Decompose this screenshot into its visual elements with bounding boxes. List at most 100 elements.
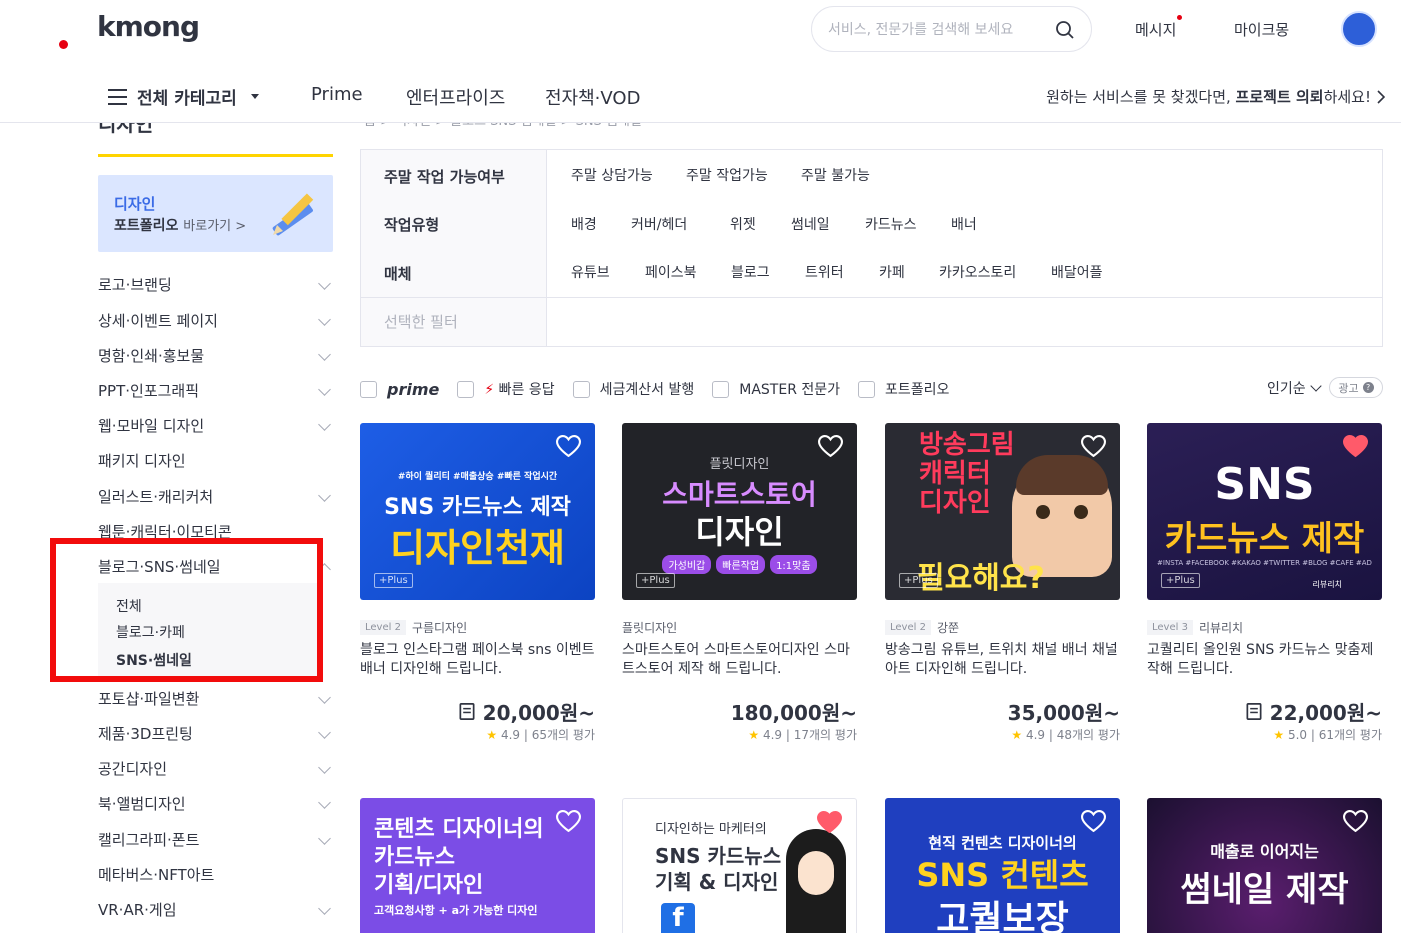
sidebar-item-metaverse[interactable]: 메타버스·NFT아트 [98, 864, 331, 884]
filter-option[interactable]: 카카오스토리 [939, 262, 1016, 282]
heart-filled-icon[interactable] [1343, 435, 1368, 458]
filter-option[interactable]: 유튜브 [571, 262, 610, 282]
toggle-tax-invoice[interactable]: 세금계산서 발행 [572, 379, 694, 399]
my-kmong-link[interactable]: 마이크몽 [1234, 19, 1289, 40]
filter-option[interactable]: 배너 [951, 214, 977, 234]
checkbox[interactable] [858, 380, 876, 398]
seller-info[interactable]: Level 2 구름디자인 [360, 619, 467, 636]
filter-option[interactable]: 주말 불가능 [801, 165, 870, 185]
gig-card[interactable]: 매출로 이어지는 썸네일 제작 [1147, 798, 1382, 933]
gig-card[interactable]: #하이 퀄리티 #매출상승 #빠른 작업시간 SNS 카드뉴스 제작 디자인천재… [360, 423, 595, 742]
gig-thumbnail[interactable]: #하이 퀄리티 #매출상승 #빠른 작업시간 SNS 카드뉴스 제작 디자인천재… [360, 423, 595, 600]
kmong-logo[interactable]: kmong [97, 10, 200, 43]
sidebar-item-illustration[interactable]: 일러스트·캐리커처 [98, 486, 331, 506]
search-box[interactable] [811, 6, 1092, 52]
chevron-down-icon [318, 489, 331, 502]
portfolio-banner[interactable]: 디자인 포트폴리오 바로가기 > [98, 175, 333, 252]
sidebar-item-detail-page[interactable]: 상세·이벤트 페이지 [98, 310, 331, 330]
sidebar-item-ppt[interactable]: PPT·인포그래픽 [98, 380, 331, 400]
gig-title[interactable]: 블로그 인스타그램 페이스북 sns 이벤트 배너 디자인해 드립니다. [360, 641, 595, 681]
gig-thumbnail[interactable]: 콘텐츠 디자이너의 카드뉴스 기획/디자인 고객요청사항 + a가 가능한 디자… [360, 798, 595, 933]
menu-enterprise[interactable]: 엔터프라이즈 [406, 84, 505, 110]
sidebar-item-calligraphy[interactable]: 캘리그라피·폰트 [98, 829, 331, 849]
toggle-portfolio[interactable]: 포트폴리오 [858, 379, 949, 399]
toggle-fast-response[interactable]: ⚡ 빠른 응답 [457, 379, 555, 399]
gig-card[interactable]: 플릿디자인 스마트스토어 디자인 가성비갑 빠른작업 1:1맞춤 +Plus 플… [622, 423, 857, 742]
gig-thumbnail[interactable]: 디자인하는 마케터의 SNS 카드뉴스 기획 & 디자인 f [622, 798, 857, 933]
filter-option[interactable]: 배경 [571, 214, 597, 234]
toggle-master[interactable]: MASTER 전문가 [712, 379, 840, 399]
sidebar-item-space[interactable]: 공간디자인 [98, 758, 331, 778]
all-category-button[interactable]: 전체 카테고리 [108, 84, 259, 109]
toggle-prime[interactable]: prime [360, 380, 439, 399]
filter-option[interactable]: 주말 상담가능 [571, 165, 653, 185]
seller-name: 리뷰리치 [1198, 621, 1244, 635]
avatar[interactable] [1341, 11, 1377, 47]
portfolio-link[interactable]: 바로가기 > [183, 219, 246, 234]
search-input[interactable] [828, 19, 1048, 41]
sidebar-item-package[interactable]: 패키지 디자인 [98, 450, 331, 470]
rating-value: 4.9 [762, 728, 783, 742]
menu-prime[interactable]: Prime [311, 84, 363, 105]
message-link[interactable]: 메시지 [1135, 15, 1183, 40]
sidebar-item-web-mobile[interactable]: 웹·모바일 디자인 [98, 415, 331, 435]
checkbox[interactable] [572, 380, 590, 398]
sidebar-item-label: 메타버스·NFT아트 [98, 866, 215, 884]
gig-thumbnail[interactable]: SNS 카드뉴스 제작 #INSTA #FACEBOOK #KAKAO #TWI… [1147, 423, 1382, 600]
ad-badge[interactable]: 광고? [1329, 377, 1383, 398]
gig-thumbnail[interactable]: 매출로 이어지는 썸네일 제작 [1147, 798, 1382, 933]
heart-icon[interactable] [556, 810, 581, 833]
filter-option[interactable]: 카페 [879, 262, 905, 282]
gig-card[interactable]: 현직 컨텐츠 디자이너의 SNS 컨텐츠 고퀄보장 [885, 798, 1120, 933]
gig-title[interactable]: 고퀄리티 올인원 SNS 카드뉴스 맞춤제작해 드립니다. [1147, 641, 1382, 681]
filter-option[interactable]: 주말 작업가능 [686, 165, 768, 185]
filter-option[interactable]: 커버/헤더 [631, 214, 687, 234]
gig-card[interactable]: 콘텐츠 디자이너의 카드뉴스 기획/디자인 고객요청사항 + a가 가능한 디자… [360, 798, 595, 933]
gig-title[interactable]: 스마트스토어 스마트스토어디자인 스마트스토어 제작 해 드립니다. [622, 641, 857, 681]
sort-dropdown[interactable]: 인기순 [1267, 378, 1322, 398]
heart-icon[interactable] [556, 435, 581, 458]
seller-name: 플릿디자인 [622, 621, 678, 635]
filter-option[interactable]: 페이스북 [645, 262, 697, 282]
gig-card[interactable]: 방송그림 캐릭터 디자인 필요해요? +Plus Level 2 강쭌 방송그림 … [885, 423, 1120, 742]
thumb-title-3: 고퀄보장 [936, 899, 1069, 933]
filter-option[interactable]: 블로그 [731, 262, 770, 282]
heart-icon[interactable] [818, 435, 843, 458]
ad-label: 광고 [1338, 381, 1359, 395]
checkbox[interactable] [360, 380, 377, 398]
seller-info[interactable]: Level 2 강쭌 [885, 619, 959, 636]
heart-icon[interactable] [1081, 435, 1106, 458]
sidebar-item-print[interactable]: 명함·인쇄·홍보물 [98, 345, 331, 365]
gig-card[interactable]: SNS 카드뉴스 제작 #INSTA #FACEBOOK #KAKAO #TWI… [1147, 423, 1382, 742]
sidebar-item-product-3d[interactable]: 제품·3D프린팅 [98, 723, 331, 743]
checkbox[interactable] [457, 380, 475, 398]
gig-thumbnail[interactable]: 현직 컨텐츠 디자이너의 SNS 컨텐츠 고퀄보장 [885, 798, 1120, 933]
filter-option[interactable]: 트위터 [805, 262, 844, 282]
chevron-down-icon [318, 383, 331, 396]
project-request-banner[interactable]: 원하는 서비스를 못 찾겠다면, 프로젝트 의뢰하세요! [1046, 86, 1385, 107]
gig-title[interactable]: 방송그림 유튜브, 트위치 채널 배너 채널아트 디자인해 드립니다. [885, 641, 1120, 681]
filter-option[interactable]: 위젯 [730, 214, 756, 234]
sidebar-item-webtoon[interactable]: 웹툰·캐릭터·이모티콘 [98, 521, 331, 539]
bolt-icon: ⚡ [484, 382, 495, 398]
search-icon[interactable] [1055, 20, 1075, 40]
heart-filled-icon[interactable] [817, 811, 842, 834]
seller-info[interactable]: Level 3 리뷰리치 [1147, 619, 1243, 636]
heart-icon[interactable] [1081, 810, 1106, 833]
sidebar-item-vr-ar[interactable]: VR·AR·게임 [98, 899, 331, 919]
seller-info[interactable]: 플릿디자인 [622, 619, 677, 636]
menu-ebook-vod[interactable]: 전자책·VOD [545, 84, 640, 110]
sidebar-item-logo[interactable]: 로고·브랜딩 [98, 274, 331, 294]
filter-option[interactable]: 썸네일 [791, 214, 830, 234]
filter-option[interactable]: 카드뉴스 [865, 214, 917, 234]
filter-option[interactable]: 배달어플 [1051, 262, 1103, 282]
sidebar-item-book-album[interactable]: 북·앨범디자인 [98, 793, 331, 813]
gig-card[interactable]: 디자인하는 마케터의 SNS 카드뉴스 기획 & 디자인 f [622, 798, 857, 933]
checkbox[interactable] [712, 380, 730, 398]
rating-value: 4.9 [1025, 728, 1046, 742]
heart-icon[interactable] [1343, 810, 1368, 833]
sidebar-item-photoshop[interactable]: 포토샵·파일변환 [98, 688, 331, 708]
sidebar-item-label: 공간디자인 [98, 760, 168, 778]
gig-thumbnail[interactable]: 방송그림 캐릭터 디자인 필요해요? +Plus [885, 423, 1120, 600]
gig-thumbnail[interactable]: 플릿디자인 스마트스토어 디자인 가성비갑 빠른작업 1:1맞춤 +Plus [622, 423, 857, 600]
